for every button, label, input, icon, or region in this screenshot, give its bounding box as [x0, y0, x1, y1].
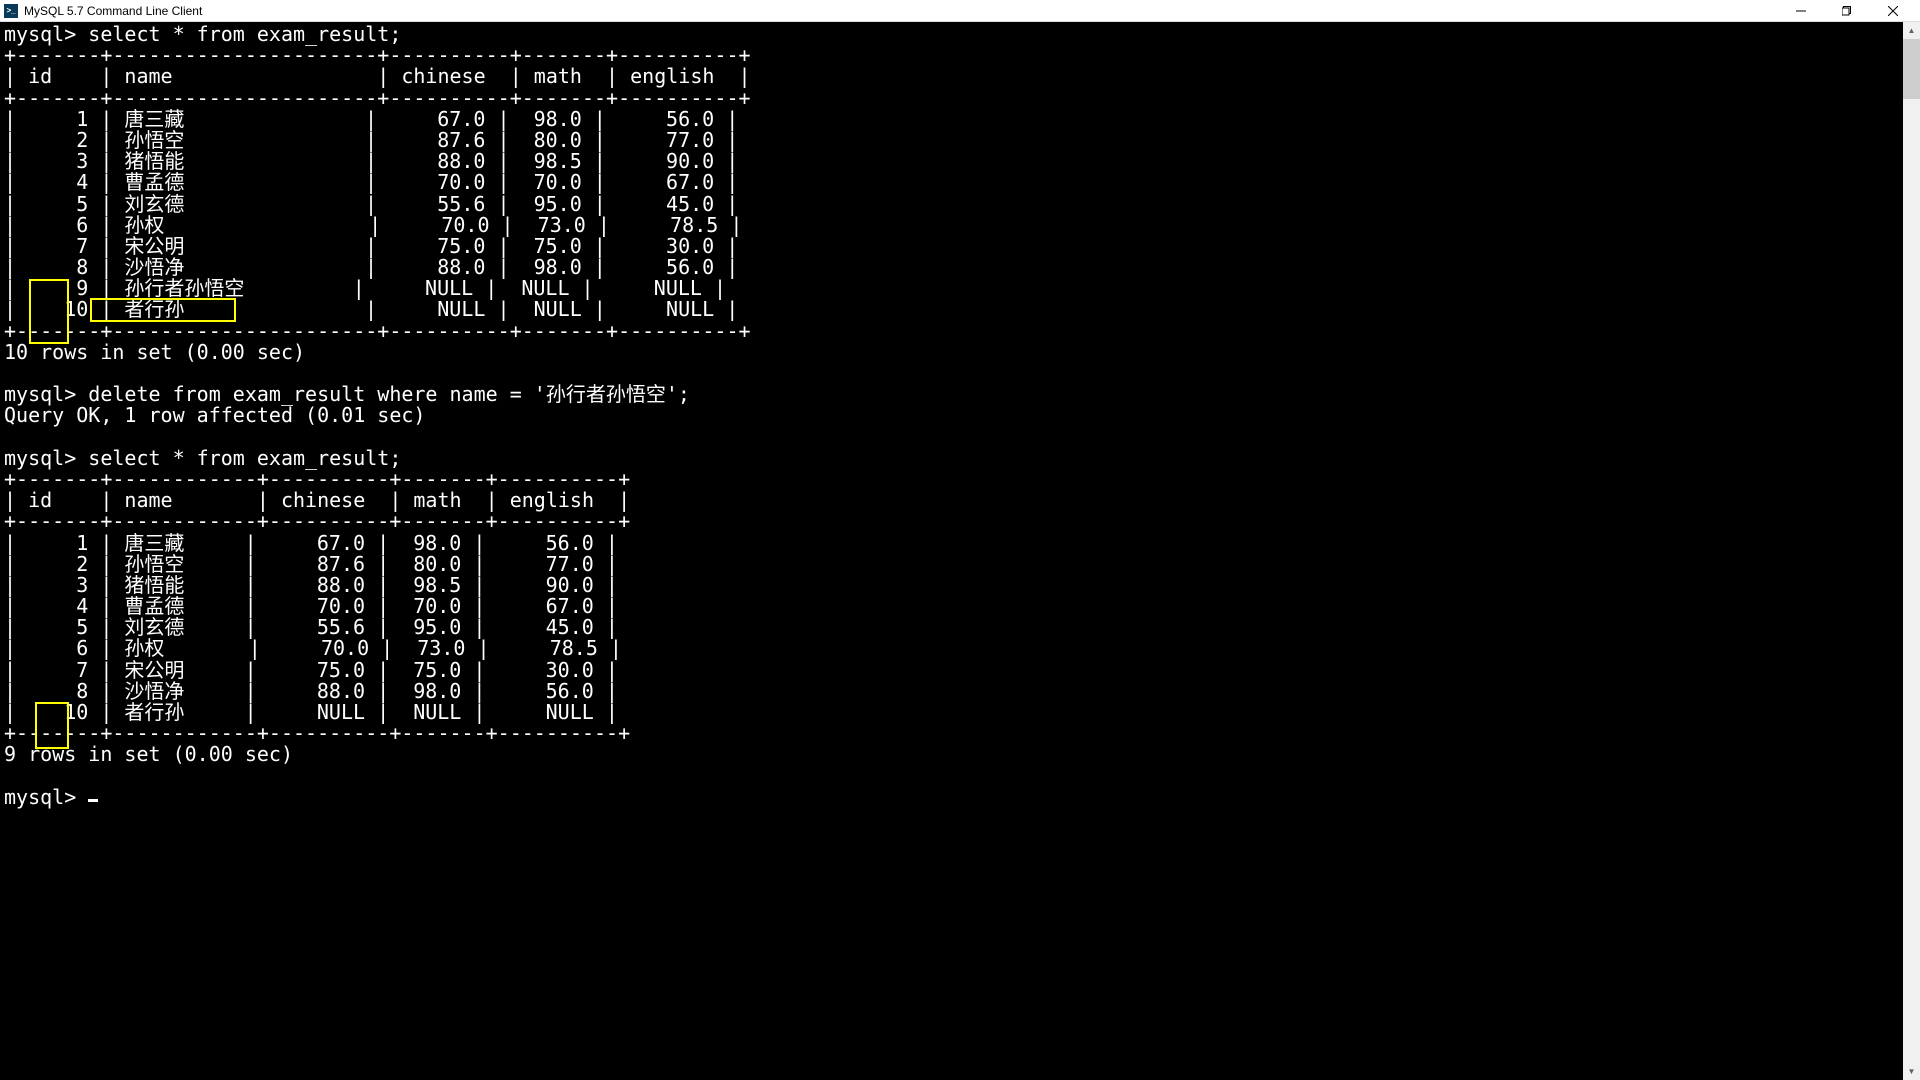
terminal-line: | id | name | chinese | math | english |	[4, 490, 1916, 511]
terminal-line: | 10 | 者行孙 | NULL | NULL | NULL |	[4, 299, 1916, 320]
scroll-up-button[interactable]: ▲	[1903, 22, 1920, 39]
terminal-line: +-------+----------------------+--------…	[4, 321, 1916, 342]
window-titlebar: >_ MySQL 5.7 Command Line Client	[0, 0, 1920, 22]
terminal-line: | 2 | 孙悟空 | 87.6 | 80.0 | 77.0 |	[4, 130, 1916, 151]
terminal-line: | 9 | 孙行者孙悟空 | NULL | NULL | NULL |	[4, 278, 1916, 299]
terminal-line: | 4 | 曹孟德 | 70.0 | 70.0 | 67.0 |	[4, 596, 1916, 617]
terminal-line	[4, 363, 1916, 384]
terminal-line: +-------+------------+----------+-------…	[4, 469, 1916, 490]
terminal-line: | 7 | 宋公明 | 75.0 | 75.0 | 30.0 |	[4, 236, 1916, 257]
terminal-line: | 3 | 猪悟能 | 88.0 | 98.5 | 90.0 |	[4, 151, 1916, 172]
terminal-line: +-------+----------------------+--------…	[4, 45, 1916, 66]
terminal-line	[4, 766, 1916, 787]
terminal-line	[4, 427, 1916, 448]
terminal-line: +-------+------------+----------+-------…	[4, 723, 1916, 744]
close-button[interactable]	[1870, 0, 1916, 22]
terminal-line: Query OK, 1 row affected (0.01 sec)	[4, 405, 1916, 426]
scroll-down-button[interactable]: ▼	[1903, 1063, 1920, 1080]
app-icon: >_	[4, 4, 18, 18]
terminal-line: | 3 | 猪悟能 | 88.0 | 98.5 | 90.0 |	[4, 575, 1916, 596]
vertical-scrollbar[interactable]: ▲ ▼	[1903, 22, 1920, 1080]
terminal-line: +-------+----------------------+--------…	[4, 88, 1916, 109]
terminal-line: +-------+------------+----------+-------…	[4, 511, 1916, 532]
terminal-line: mysql> select * from exam_result;	[4, 24, 1916, 45]
terminal-line: | 10 | 者行孙 | NULL | NULL | NULL |	[4, 702, 1916, 723]
terminal-line: 9 rows in set (0.00 sec)	[4, 744, 1916, 765]
terminal-line: | id | name | chinese | math | english |	[4, 66, 1916, 87]
window-controls	[1778, 0, 1916, 22]
scroll-thumb[interactable]	[1903, 39, 1920, 99]
terminal-line: | 5 | 刘玄德 | 55.6 | 95.0 | 45.0 |	[4, 617, 1916, 638]
terminal-line: | 1 | 唐三藏 | 67.0 | 98.0 | 56.0 |	[4, 533, 1916, 554]
terminal-line: | 1 | 唐三藏 | 67.0 | 98.0 | 56.0 |	[4, 109, 1916, 130]
terminal-line: mysql> select * from exam_result;	[4, 448, 1916, 469]
terminal-line: | 4 | 曹孟德 | 70.0 | 70.0 | 67.0 |	[4, 172, 1916, 193]
terminal-line: | 6 | 孙权 | 70.0 | 73.0 | 78.5 |	[4, 215, 1916, 236]
terminal-line: | 8 | 沙悟净 | 88.0 | 98.0 | 56.0 |	[4, 681, 1916, 702]
cursor	[88, 799, 98, 802]
window-title: MySQL 5.7 Command Line Client	[24, 4, 1778, 18]
terminal-line: | 7 | 宋公明 | 75.0 | 75.0 | 30.0 |	[4, 660, 1916, 681]
maximize-button[interactable]	[1824, 0, 1870, 22]
terminal-line: | 6 | 孙权 | 70.0 | 73.0 | 78.5 |	[4, 638, 1916, 659]
terminal-line: mysql> delete from exam_result where nam…	[4, 384, 1916, 405]
terminal-prompt-line[interactable]: mysql>	[4, 787, 1916, 808]
terminal-line: | 5 | 刘玄德 | 55.6 | 95.0 | 45.0 |	[4, 194, 1916, 215]
terminal-output[interactable]: mysql> select * from exam_result;+------…	[0, 22, 1920, 1080]
minimize-button[interactable]	[1778, 0, 1824, 22]
terminal-line: | 8 | 沙悟净 | 88.0 | 98.0 | 56.0 |	[4, 257, 1916, 278]
terminal-line: 10 rows in set (0.00 sec)	[4, 342, 1916, 363]
terminal-line: | 2 | 孙悟空 | 87.6 | 80.0 | 77.0 |	[4, 554, 1916, 575]
